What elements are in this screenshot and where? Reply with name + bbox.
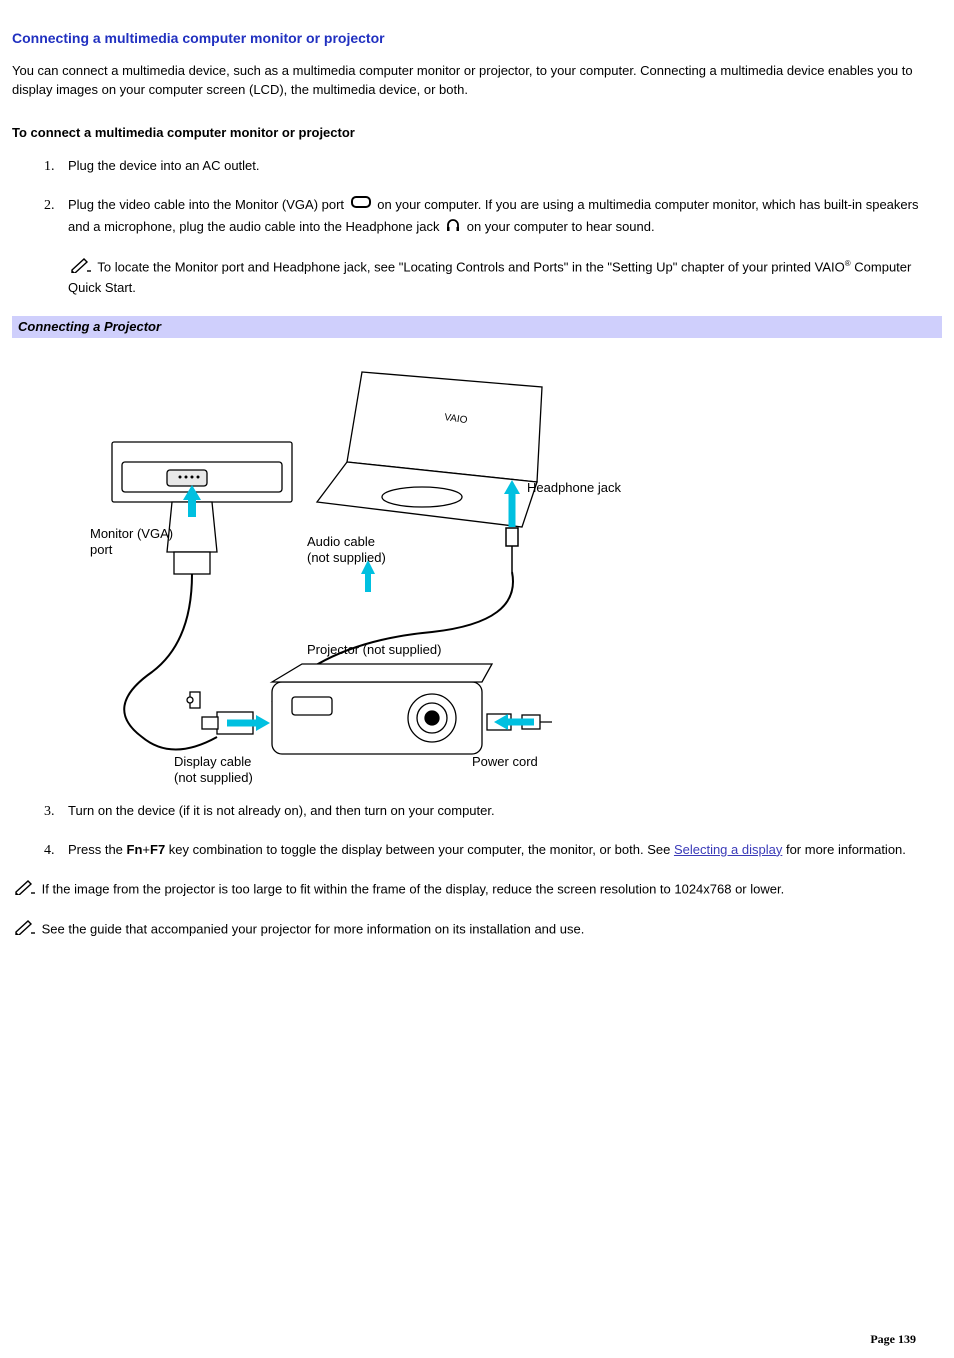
step-2-text: Plug the video cable into the Monitor (V… [68, 197, 918, 234]
pencil-note-icon [14, 879, 36, 901]
page-number: Page 139 [870, 1331, 916, 1348]
steps-list-continued: Turn on the device (if it is not already… [12, 802, 942, 861]
intro-paragraph: You can connect a multimedia device, suc… [12, 62, 942, 100]
label-projector: Projector (not supplied) [307, 642, 441, 658]
note-locate-ports: To locate the Monitor port and Headphone… [68, 257, 942, 298]
label-vga-port-1: Monitor (VGA) [90, 526, 173, 542]
step-3: Turn on the device (if it is not already… [58, 802, 942, 822]
label-vga-port-2: port [90, 542, 112, 558]
headphone-icon [445, 217, 461, 239]
page-title: Connecting a multimedia computer monitor… [12, 28, 942, 48]
label-headphone-jack: Headphone jack [527, 480, 621, 496]
link-selecting-display[interactable]: Selecting a display [674, 842, 782, 857]
figure-svg: VAIO [72, 342, 702, 784]
figure-caption: Connecting a Projector [12, 316, 942, 339]
steps-list: Plug the device into an AC outlet. Plug … [12, 157, 942, 239]
step-3-text: Turn on the device (if it is not already… [68, 803, 495, 818]
note-guide: See the guide that accompanied your proj… [12, 919, 942, 941]
label-display-cable-2: (not supplied) [174, 770, 253, 786]
label-audio-cable-1: Audio cable [307, 534, 375, 550]
vga-port-icon [350, 195, 372, 217]
note-resolution: If the image from the projector is too l… [12, 879, 942, 901]
step-1-text: Plug the device into an AC outlet. [68, 158, 260, 173]
pencil-note-icon [70, 257, 92, 279]
label-power-cord: Power cord [472, 754, 538, 770]
figure-connecting-projector: VAIO [72, 342, 702, 784]
label-audio-cable-2: (not supplied) [307, 550, 386, 566]
document-page: Connecting a multimedia computer monitor… [12, 28, 942, 1348]
procedure-heading: To connect a multimedia computer monitor… [12, 124, 942, 143]
label-display-cable-1: Display cable [174, 754, 251, 770]
step-4-text: Press the Fn+F7 key combination to toggl… [68, 842, 906, 857]
step-1: Plug the device into an AC outlet. [58, 157, 942, 177]
step-2: Plug the video cable into the Monitor (V… [58, 195, 942, 239]
step-4: Press the Fn+F7 key combination to toggl… [58, 841, 942, 861]
pencil-note-icon [14, 919, 36, 941]
